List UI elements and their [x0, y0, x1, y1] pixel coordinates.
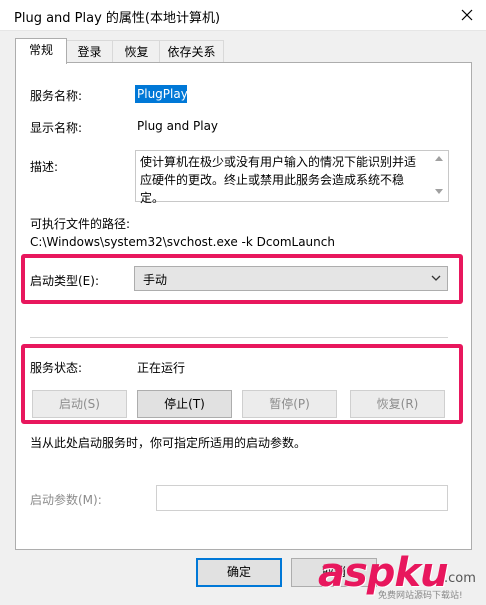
display-name-value[interactable]: Plug and Play — [137, 119, 218, 133]
tab-dependencies[interactable]: 依存关系 — [159, 40, 224, 63]
service-name-value[interactable]: PlugPlay — [137, 87, 188, 101]
title-bar[interactable]: Plug and Play 的属性(本地计算机) — [0, 0, 486, 31]
service-status-highlight-box — [21, 344, 463, 424]
close-button[interactable] — [447, 0, 486, 30]
separator — [30, 337, 448, 338]
tab-label: 恢复 — [124, 45, 149, 59]
description-scrollbar[interactable] — [432, 151, 446, 199]
start-params-hint: 当从此处启动服务时，你可指定所适用的启动参数。 — [30, 436, 307, 450]
tab-recovery[interactable]: 恢复 — [112, 40, 161, 63]
watermark-subtitle: 免费网站源码下载站! — [378, 591, 463, 601]
exe-path-value: C:\Windows\system32\svchost.exe -k DcomL… — [30, 235, 335, 249]
scroll-up-icon[interactable] — [435, 156, 443, 161]
tab-label: 登录 — [77, 45, 102, 59]
tab-logon[interactable]: 登录 — [65, 40, 114, 63]
description-label: 描述: — [30, 160, 59, 174]
service-name-label: 服务名称: — [30, 89, 83, 103]
startup-type-highlight-box — [21, 254, 463, 304]
tab-label: 常规 — [28, 43, 53, 57]
display-name-label: 显示名称: — [30, 121, 83, 135]
start-params-label: 启动参数(M): — [30, 493, 102, 507]
watermark-domain-suffix: .com — [444, 571, 476, 586]
tab-label: 依存关系 — [167, 45, 216, 59]
ok-button[interactable]: 确定 — [196, 558, 282, 587]
window-title: Plug and Play 的属性(本地计算机) — [14, 11, 221, 26]
description-text: 使计算机在极少或没有用户输入的情况下能识别并适应硬件的更改。终止或禁用此服务会造… — [140, 155, 417, 205]
exe-path-label: 可执行文件的路径: — [30, 217, 131, 231]
scroll-down-icon[interactable] — [435, 189, 443, 194]
tab-general[interactable]: 常规 — [15, 38, 67, 64]
start-params-input[interactable] — [156, 485, 448, 511]
tab-panel-general — [15, 62, 472, 550]
close-icon — [461, 9, 472, 21]
